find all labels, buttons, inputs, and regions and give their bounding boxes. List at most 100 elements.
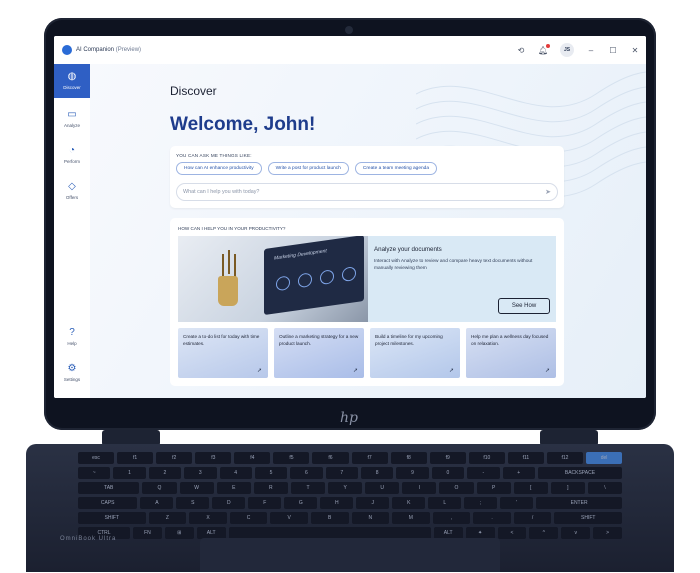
keyboard-key: C [229, 512, 268, 524]
monitor-illustration: Marketing Development [264, 236, 364, 316]
sidebar-item-offers[interactable]: ◇ Offers [54, 174, 90, 208]
sidebar-item-help[interactable]: ? Help [54, 320, 90, 354]
keyboard-key: f12 [546, 452, 584, 464]
keyboard-key: CAPS [78, 497, 138, 509]
keyboard-key: 5 [254, 467, 288, 479]
main-content: Discover Welcome, John! YOU CAN ASK ME T… [90, 64, 646, 398]
pencil-graphic [222, 254, 224, 278]
keyboard-key: S [176, 497, 210, 509]
keyboard-key: v [561, 527, 591, 539]
dial-graphic [320, 269, 334, 286]
keyboard-key: f3 [195, 452, 232, 464]
history-icon[interactable]: ⟲ [516, 46, 526, 55]
keyboard-key: . [473, 512, 511, 524]
prompt-tile[interactable]: Help me plan a wellness day focused on r… [466, 328, 556, 378]
keyboard-row: esc f1 f2 f3 f4 f5 f6 f7 f8 f9 f10 f11 f12 del [78, 452, 623, 464]
sidebar-item-label: Settings [63, 377, 81, 382]
keyboard-key: < [497, 527, 527, 539]
globe-icon: ◍ [67, 71, 77, 82]
laptop-lid: AI Companion (Preview) ⟲ 🔔︎ JS – ☐ ✕ ◍ D… [44, 18, 656, 430]
keyboard-row: ~1 2 3 4 5 6 7 8 9 0- + BACKSPACE [78, 467, 623, 479]
model-name: OmniBook Ultra [60, 536, 117, 542]
keyboard-key: ] [550, 482, 585, 494]
suggestion-chip[interactable]: Write a post for product launch [267, 162, 349, 175]
webcam [345, 26, 353, 34]
keyboard-key: 6 [290, 467, 323, 479]
keyboard-key: - [467, 467, 500, 479]
keyboard-key: V [270, 512, 308, 524]
keyboard-key: B [310, 512, 349, 524]
sidebar-item-settings[interactable]: ⚙ Settings [54, 356, 90, 390]
keyboard-row: SHIFT Z X C V B N M,. / SHIFT [78, 512, 623, 524]
sidebar-item-discover[interactable]: ◍ Discover [54, 64, 90, 98]
app-title-text: AI Companion [76, 47, 115, 53]
keyboard-key: M [392, 512, 430, 524]
sidebar-item-perform[interactable]: ◔ Perform [54, 138, 90, 172]
keyboard-key: Q [142, 482, 177, 494]
prompt-tile-text: Create a to-do list for today with time … [183, 334, 260, 346]
keyboard-key: f1 [117, 452, 154, 464]
pencil-cup-graphic [218, 276, 238, 306]
titlebar-controls: ⟲ 🔔︎ JS – ☐ ✕ [516, 36, 640, 64]
keyboard-key: W [179, 482, 214, 494]
screen: AI Companion (Preview) ⟲ 🔔︎ JS – ☐ ✕ ◍ D… [54, 36, 646, 398]
dial-graphic [276, 275, 290, 292]
cursor-icon: ➚ [544, 368, 550, 374]
sidebar-item-label: Analyze [63, 123, 80, 128]
keyboard: esc f1 f2 f3 f4 f5 f6 f7 f8 f9 f10 f11 f12 del ~1 2 3 4 5 6… [78, 452, 623, 539]
prompt-tile[interactable]: Build a timeline for my upcoming project… [370, 328, 460, 378]
keyboard-key: f7 [351, 452, 388, 464]
app-logo-icon [62, 45, 72, 55]
keyboard-key: G [284, 497, 318, 509]
suggestion-chips: How can AI enhance productivity Write a … [176, 162, 437, 175]
keyboard-key: ENTER [536, 497, 622, 509]
keyboard-key: 3 [184, 467, 217, 479]
keyboard-key: 0 [431, 467, 465, 479]
hp-logo: hp [340, 410, 358, 426]
notification-icon[interactable]: 🔔︎ [538, 43, 550, 55]
keyboard-key: f10 [468, 452, 505, 464]
suggestion-chip[interactable]: Create a team meeting agenda [354, 162, 437, 175]
keyboard-key: 4 [219, 467, 252, 479]
keyboard-key: f11 [507, 452, 544, 464]
keyboard-key: ; [464, 497, 498, 509]
keyboard-row: CAPS A S D F G H J K L; ' ENTER [78, 497, 622, 509]
pencil-graphic [234, 254, 236, 278]
prompt-tile[interactable]: Outline a marketing strategy for a new p… [274, 328, 364, 378]
keyboard-key: SHIFT [78, 512, 146, 524]
keyboard-key: ' [500, 497, 534, 509]
dial-graphic [298, 272, 312, 289]
keyboard-key: R [253, 482, 288, 494]
prompt-tile[interactable]: Create a to-do list for today with time … [178, 328, 268, 378]
window-titlebar: AI Companion (Preview) ⟲ 🔔︎ JS – ☐ ✕ [54, 36, 646, 64]
maximize-icon[interactable]: ☐ [608, 46, 618, 55]
cursor-icon: ➚ [448, 368, 454, 374]
prompt-input[interactable]: What can I help you with today? ➤ [176, 183, 558, 201]
keyboard-key: K [392, 497, 426, 509]
keyboard-key: FN [132, 527, 162, 539]
keyboard-key: / [513, 512, 552, 524]
keyboard-key: f6 [312, 452, 349, 464]
suggestions-card: YOU CAN ASK ME THINGS LIKE: How can AI e… [170, 146, 564, 208]
tag-icon: ◇ [68, 181, 76, 192]
keyboard-key: P [476, 482, 511, 494]
cursor-icon: ➚ [352, 368, 358, 374]
keyboard-key: f4 [234, 452, 271, 464]
keyboard-key: O [439, 482, 474, 494]
keyboard-key: D [212, 497, 246, 509]
keyboard-key: esc [78, 452, 115, 464]
touchpad [200, 538, 500, 572]
gear-icon: ⚙ [67, 363, 77, 374]
prompt-tile-text: Help me plan a wellness day focused on r… [471, 334, 549, 346]
close-icon[interactable]: ✕ [630, 46, 640, 55]
suggestion-chip[interactable]: How can AI enhance productivity [176, 162, 262, 175]
keyboard-key: BACKSPACE [537, 467, 623, 479]
see-how-button[interactable]: See How [498, 298, 550, 314]
hero-image: Marketing Development [178, 236, 368, 322]
keyboard-key: + [502, 467, 535, 479]
sidebar-item-analyze[interactable]: ▭ Analyze [54, 102, 90, 136]
keyboard-key: E [216, 482, 251, 494]
send-icon[interactable]: ➤ [545, 188, 551, 196]
minimize-icon[interactable]: – [586, 46, 596, 55]
avatar[interactable]: JS [560, 43, 574, 57]
